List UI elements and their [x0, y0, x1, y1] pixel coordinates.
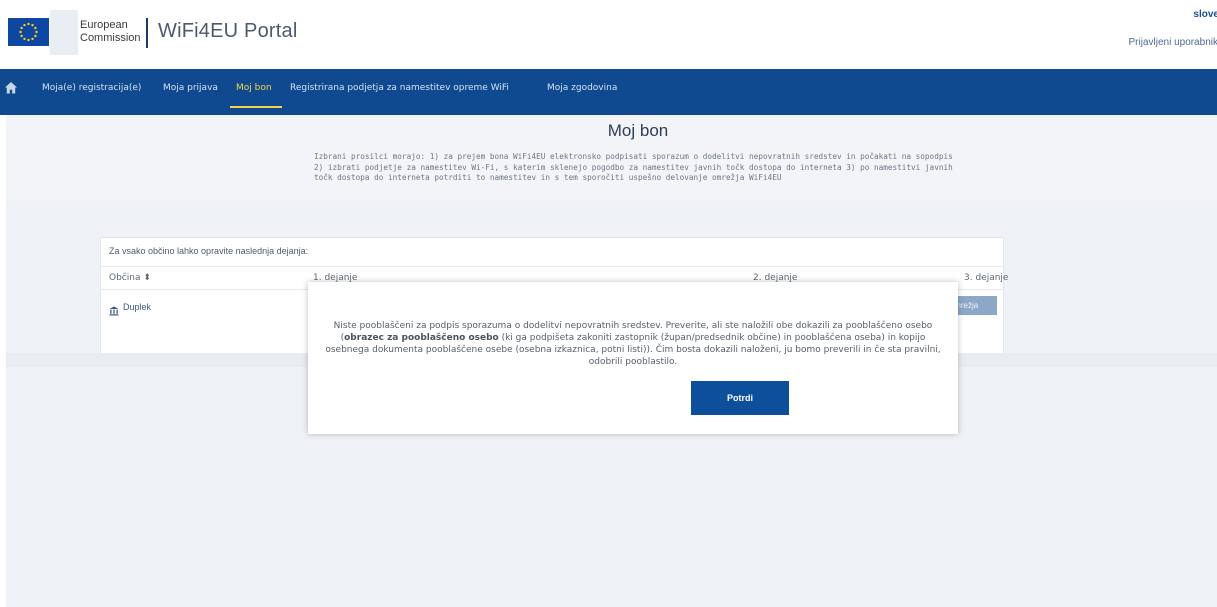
page-title: Moj bon	[607, 121, 669, 140]
ec-logo-background	[50, 10, 78, 55]
nav-item-application[interactable]: Moja prijava	[163, 83, 218, 93]
page: European Commission WiFi4EU Portal slove…	[0, 0, 1217, 607]
home-icon[interactable]	[4, 80, 18, 94]
authorization-modal: Niste pooblaščeni za podpis sporazuma o …	[308, 282, 958, 434]
intro-panel: Moj bon Izbrani prosilci morajo: 1) za p…	[6, 115, 1217, 199]
intro-text: Izbrani prosilci morajo: 1) za prejem bo…	[314, 152, 953, 182]
logged-in-user[interactable]: Prijavljeni uporabnik	[1129, 37, 1217, 48]
nav-active-indicator	[230, 106, 282, 108]
modal-confirm-button[interactable]: Potrdi	[691, 381, 789, 415]
ec-logo-text: European Commission	[80, 19, 141, 45]
modal-message-bold: obrazec za pooblaščeno osebo	[344, 333, 499, 343]
column-header-municipality[interactable]: Občina ⬍	[109, 273, 151, 283]
nav-item-registrations[interactable]: Moja(e) registracija(e)	[42, 83, 141, 93]
nav-item-installers[interactable]: Registrirana podjetja za namestitev opre…	[290, 83, 509, 93]
municipality-icon	[109, 301, 119, 316]
logo-separator	[146, 18, 148, 48]
portal-title[interactable]: WiFi4EU Portal	[158, 20, 298, 43]
nav-item-history[interactable]: Moja zgodovina	[547, 83, 617, 93]
language-selector[interactable]: slove	[1193, 9, 1217, 20]
municipality-name: Duplek	[123, 302, 152, 312]
table-caption: Za vsako občino lahko opravite naslednja…	[109, 246, 309, 256]
modal-message: Niste pooblaščeni za podpis sporazuma o …	[320, 320, 946, 368]
main-nav: Moja(e) registracija(e) Moja prijava Moj…	[0, 69, 1217, 115]
site-header: European Commission WiFi4EU Portal slove…	[0, 0, 1217, 69]
org-line2: Commission	[80, 32, 141, 44]
org-line1: European	[80, 19, 128, 31]
nav-item-voucher[interactable]: Moj bon	[236, 83, 272, 93]
column-header-action3: 3. dejanje	[964, 273, 1009, 283]
eu-flag-icon	[8, 18, 49, 46]
